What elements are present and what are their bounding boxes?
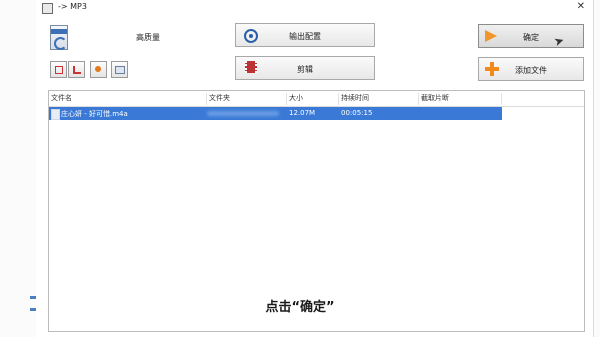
right-edge [593, 0, 600, 337]
title-bar: -> MP3 ✕ [36, 0, 593, 16]
row-duration: 00:05:15 [341, 109, 373, 117]
close-icon[interactable]: ✕ [577, 1, 585, 12]
info-button[interactable] [111, 61, 128, 78]
audio-file-icon [51, 109, 60, 120]
output-config-button[interactable]: 输出配置 [235, 23, 375, 47]
clear-list-button[interactable] [68, 61, 85, 78]
edit-label: 剪辑 [297, 65, 313, 74]
table-row[interactable]: 庄心妍 - 好可惜.m4a 12.07M 00:05:15 [49, 107, 502, 120]
mp3-logo-icon [50, 25, 68, 50]
file-list-header: 文件名 文件夹 大小 持续时间 截取片断 [49, 91, 584, 107]
row-size: 12.07M [289, 109, 316, 117]
window-title: -> MP3 [58, 2, 87, 11]
row-filename: 庄心妍 - 好可惜.m4a [61, 110, 128, 118]
output-config-label: 输出配置 [289, 32, 321, 41]
column-duration[interactable]: 持续时间 [339, 93, 419, 105]
column-filename[interactable]: 文件名 [49, 93, 207, 105]
ok-label: 确定 [523, 33, 539, 42]
play-button[interactable] [90, 61, 107, 78]
clear-icon [73, 66, 81, 74]
play-icon [95, 66, 101, 72]
app-icon [42, 3, 53, 14]
ok-button[interactable]: 确定 [478, 24, 584, 48]
subtitle-caption: 点击“确定” [265, 300, 335, 315]
column-clip[interactable]: 截取片断 [419, 93, 502, 105]
remove-icon [55, 66, 63, 74]
column-folder[interactable]: 文件夹 [207, 93, 287, 105]
edit-button[interactable]: 剪辑 [235, 56, 375, 80]
row-folder-blurred [207, 111, 279, 116]
info-icon [115, 66, 125, 74]
left-edge [0, 0, 37, 337]
remove-file-button[interactable] [50, 61, 67, 78]
add-file-label: 添加文件 [515, 66, 547, 75]
quality-label[interactable]: 高质量 [136, 32, 160, 43]
add-file-button[interactable]: 添加文件 [478, 57, 584, 81]
converter-window: -> MP3 ✕ 高质量 输出配置 剪辑 确定 添加文件 ➤ 文件名 文件夹 大… [36, 0, 593, 337]
column-size[interactable]: 大小 [287, 93, 339, 105]
